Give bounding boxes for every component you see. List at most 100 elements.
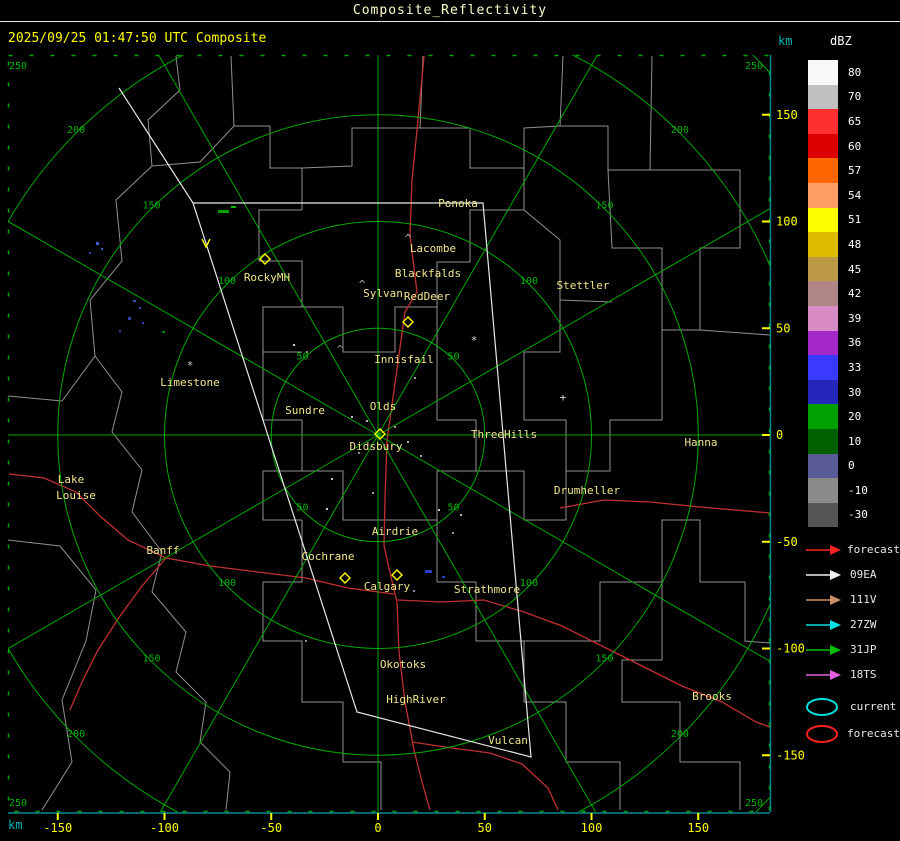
scale-value-label: 33 — [848, 360, 862, 374]
city-label: Innisfail — [374, 353, 434, 366]
radar-echo — [218, 210, 229, 213]
scale-color-swatch — [808, 453, 838, 479]
ring-range-label: 50 — [296, 502, 308, 513]
scale-value-label: 36 — [848, 336, 862, 350]
storm-track-legend: forecast 09EA 111V 27ZW 31JP 18TS — [800, 537, 900, 687]
star-marker: * — [471, 334, 478, 347]
radar-echo — [425, 570, 432, 573]
city-label: Drumheller — [554, 484, 621, 497]
county-boundary — [699, 329, 770, 336]
storm-track-entry: 27ZW — [802, 612, 900, 637]
radar-echo — [142, 322, 144, 324]
legend-panel: dBZ 80 70 65 60 57 54 51 48 45 42 39 36 33 30 20 10 0 -10… — [800, 28, 900, 833]
radar-site-marker — [391, 569, 403, 581]
radar-echo — [460, 514, 462, 516]
scale-value-label: 45 — [848, 262, 862, 276]
scale-color-swatch — [808, 379, 838, 405]
scale-entry: 39 — [808, 305, 900, 331]
scale-color-swatch — [808, 182, 838, 208]
track-label: 18TS — [850, 668, 877, 682]
city-label: Limestone — [160, 376, 220, 389]
radar-echo — [128, 317, 131, 320]
ellipse-shape — [806, 697, 838, 716]
track-label: 27ZW — [850, 618, 877, 632]
arrow-head — [830, 669, 841, 680]
city-label: HighRiver — [386, 693, 446, 706]
radar-echo — [351, 416, 353, 418]
city-label: Hanna — [684, 436, 717, 449]
scale-color-swatch — [808, 256, 838, 282]
coverage-sector — [118, 87, 532, 758]
city-label: Sundre — [285, 404, 325, 417]
track-arrow-icon — [806, 569, 841, 580]
storm-track-entry: 31JP — [802, 637, 900, 662]
city-label: Stettler — [557, 279, 610, 292]
radar-plot[interactable]: **+^^^5050505010010010010015015015015020… — [0, 0, 900, 841]
scale-value-label: -10 — [848, 483, 868, 497]
scale-value-label: 20 — [848, 410, 862, 424]
plus-marker: + — [560, 391, 567, 404]
azimuth-spoke — [8, 434, 379, 650]
radar-echo — [442, 576, 445, 578]
county-boundary — [262, 352, 303, 521]
county-boundary — [230, 55, 303, 210]
scale-color-swatch — [808, 158, 838, 183]
dbz-units-label: dBZ — [830, 34, 852, 48]
highway — [411, 741, 559, 811]
ring-range-label: 250 — [745, 61, 763, 72]
ring-range-label: 200 — [67, 729, 85, 740]
radar-echo — [89, 252, 91, 254]
ellipse-icon — [806, 697, 838, 716]
x-axis-label: 150 — [687, 821, 709, 835]
city-label: Vulcan — [488, 734, 528, 747]
ring-range-label: 50 — [296, 352, 308, 363]
arrow-head — [830, 544, 841, 555]
star-marker: * — [187, 359, 194, 372]
ring-range-label: 150 — [595, 201, 613, 212]
scale-color-swatch — [808, 404, 838, 429]
ring-range-label: 150 — [143, 653, 161, 664]
ring-range-label: 150 — [595, 653, 613, 664]
scale-entry: 60 — [808, 133, 900, 159]
radar-echo — [231, 206, 236, 208]
track-arrow-icon — [806, 544, 841, 555]
track-label: 111V — [850, 593, 877, 607]
highway — [559, 499, 770, 514]
scale-entry: 65 — [808, 109, 900, 134]
scale-color-swatch — [808, 281, 838, 306]
ellipse-label: forecast — [847, 727, 900, 741]
caret-marker: ^ — [337, 343, 344, 356]
county-boundary — [94, 355, 231, 811]
plot-layers: **+^^^ — [8, 55, 770, 812]
azimuth-spoke — [377, 434, 597, 812]
city-label: Didsbury — [350, 440, 403, 453]
scale-entry: 42 — [808, 281, 900, 306]
city-label: RedDeer — [404, 290, 451, 303]
storm-ellipse-legend: current forecast — [800, 693, 900, 747]
county-boundary — [524, 519, 770, 644]
city-label: Sylvan — [363, 287, 403, 300]
scale-entry: 20 — [808, 404, 900, 429]
scale-value-label: 10 — [848, 434, 862, 448]
track-arrow-icon — [806, 644, 841, 655]
azimuth-spoke — [159, 434, 379, 812]
x-axis-label: 50 — [478, 821, 492, 835]
county-boundary — [523, 300, 567, 471]
city-label: Airdrie — [372, 525, 418, 538]
ring-range-label: 200 — [671, 125, 689, 136]
city-label: Calgary — [364, 580, 411, 593]
city-label: Lacombe — [410, 242, 456, 255]
scale-value-label: 60 — [848, 139, 862, 153]
ring-range-label: 250 — [745, 798, 763, 809]
ring-range-label: 50 — [447, 352, 459, 363]
ring-range-label: 100 — [520, 276, 538, 287]
city-label: RockyMH — [244, 271, 290, 284]
city-label: Cochrane — [302, 550, 355, 563]
scale-value-label: 30 — [848, 385, 862, 399]
y-axis-label: 100 — [776, 215, 798, 229]
radar-echo — [326, 508, 328, 510]
storm-track-entry: 09EA — [802, 562, 900, 587]
radar-window: Composite_Reflectivity 2025/09/25 01:47:… — [0, 0, 900, 841]
y-axis-label: 50 — [776, 321, 790, 335]
scale-color-swatch — [808, 330, 838, 356]
